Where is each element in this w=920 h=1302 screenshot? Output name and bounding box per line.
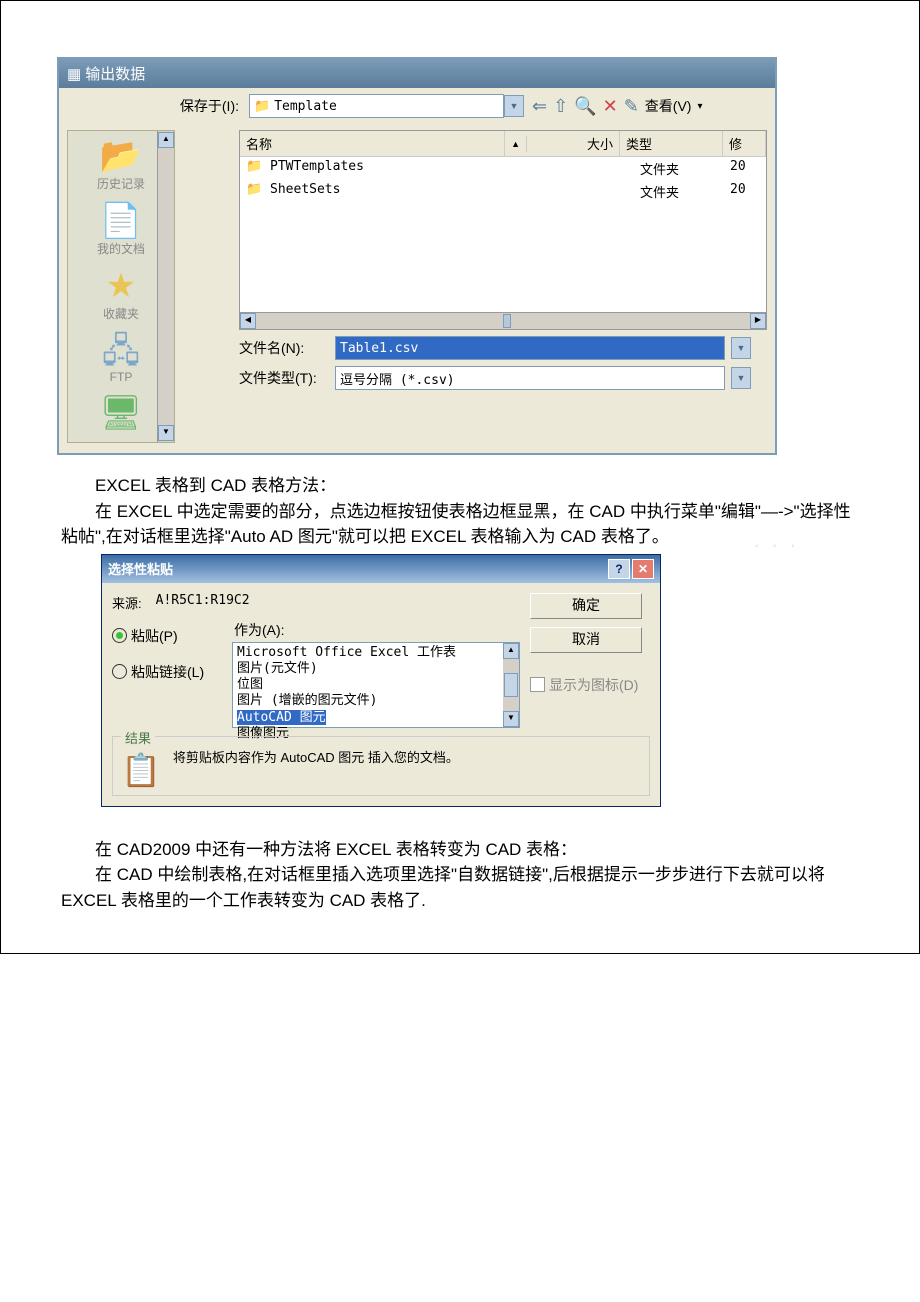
list-item[interactable]: 📁 SheetSets 文件夹 20: [240, 180, 766, 203]
col-name[interactable]: 名称: [240, 131, 505, 156]
list-item[interactable]: 位图: [237, 677, 499, 693]
body-text-2: 在 CAD2009 中还有一种方法将 EXCEL 表格转变为 CAD 表格： 在…: [61, 837, 859, 914]
sidebar-label: 收藏夹: [103, 307, 139, 321]
scroll-left-icon[interactable]: ◀: [240, 313, 256, 329]
scroll-up-icon[interactable]: ▲: [503, 643, 519, 659]
filetype-dropdown-icon[interactable]: ▼: [731, 367, 751, 389]
item-type: 文件夹: [640, 159, 730, 178]
scroll-up-icon[interactable]: ▲: [158, 132, 174, 148]
scroll-thumb[interactable]: [504, 673, 518, 697]
paragraph: 在 CAD2009 中还有一种方法将 EXCEL 表格转变为 CAD 表格：: [61, 837, 859, 863]
horizontal-scrollbar[interactable]: ◀ ▶: [240, 312, 766, 329]
filename-label: 文件名(N):: [239, 338, 329, 358]
sidebar-label: 历史记录: [97, 177, 145, 191]
filetype-label: 文件类型(T):: [239, 368, 329, 388]
combo-dropdown-icon[interactable]: ▼: [504, 95, 524, 117]
places-sidebar: ▲ ▼ 📂历史记录 📄我的文档 ★收藏夹 🖧FTP 🖥: [67, 130, 175, 443]
dialog-title: 输出数据: [85, 63, 145, 84]
up-icon[interactable]: ⇧: [553, 96, 568, 117]
scroll-right-icon[interactable]: ▶: [750, 313, 766, 329]
save-in-value: Template: [274, 99, 337, 114]
radio-off-icon: [112, 664, 127, 679]
export-data-dialog: ▦ 输出数据 保存于(I): 📁 Template ▼ ⇐ ⇧ 🔍 ✕ ✎ 查看…: [57, 57, 777, 455]
result-legend: 结果: [121, 728, 155, 747]
app-icon: ▦: [67, 65, 81, 83]
item-name: PTWTemplates: [270, 159, 364, 174]
list-item[interactable]: 📁 PTWTemplates 文件夹 20: [240, 157, 766, 180]
back-icon[interactable]: ⇐: [532, 96, 547, 117]
new-icon[interactable]: ✎: [624, 96, 639, 117]
list-item[interactable]: 图片 (增嵌的图元文件): [237, 693, 499, 709]
paragraph: 在 CAD 中绘制表格,在对话框里插入选项里选择"自数据链接",后根据提示一步步…: [61, 862, 859, 913]
paragraph: 在 EXCEL 中选定需要的部分，点选边框按钮使表格边框显黑，在 CAD 中执行…: [61, 499, 859, 550]
list-header: 名称 ▲ 大小 类型 修: [240, 131, 766, 157]
radio-paste[interactable]: 粘贴(P): [112, 626, 222, 646]
help-button[interactable]: ?: [608, 559, 630, 579]
col-modified[interactable]: 修: [723, 131, 766, 156]
sidebar-scrollbar[interactable]: ▲ ▼: [157, 131, 174, 442]
result-group: 结果 📋 将剪贴板内容作为 AutoCAD 图元 插入您的文档。: [112, 736, 650, 796]
list-item-selected[interactable]: AutoCAD 图元: [237, 710, 499, 726]
save-in-combo[interactable]: 📁 Template: [249, 94, 504, 118]
sidebar-label: 我的文档: [97, 242, 145, 256]
scroll-down-icon[interactable]: ▼: [158, 425, 174, 441]
cancel-button[interactable]: 取消: [530, 627, 642, 653]
radio-paste-link[interactable]: 粘贴链接(L): [112, 662, 222, 682]
delete-icon[interactable]: ✕: [603, 96, 618, 117]
scroll-down-icon[interactable]: ▼: [503, 711, 519, 727]
scroll-thumb[interactable]: [503, 314, 511, 328]
filename-dropdown-icon[interactable]: ▼: [731, 337, 751, 359]
sidebar-label: FTP: [110, 370, 133, 384]
list-item[interactable]: Microsoft Office Excel 工作表: [237, 645, 499, 661]
source-value: A!R5C1:R19C2: [156, 593, 250, 608]
item-name: SheetSets: [270, 182, 340, 197]
list-item[interactable]: 图片(元文件): [237, 661, 499, 677]
save-in-label: 保存于(I):: [59, 96, 249, 116]
result-text: 将剪贴板内容作为 AutoCAD 图元 插入您的文档。: [173, 747, 459, 766]
dialog-titlebar: 选择性粘贴 ? ✕: [102, 555, 660, 583]
checkbox-icon: [530, 677, 545, 692]
item-mod: 20: [730, 182, 760, 201]
source-label: 来源:: [112, 593, 142, 612]
sort-icon[interactable]: ▲: [505, 136, 527, 152]
body-text-1: EXCEL 表格到 CAD 表格方法： 在 EXCEL 中选定需要的部分，点选边…: [61, 473, 859, 550]
filename-input[interactable]: Table1.csv: [335, 336, 725, 360]
listbox-scrollbar[interactable]: ▲ ▼: [503, 643, 519, 727]
ok-button[interactable]: 确定: [530, 593, 642, 619]
view-label[interactable]: 查看(V): [645, 96, 692, 116]
show-as-icon-checkbox: 显示为图标(D): [530, 675, 650, 695]
search-icon[interactable]: 🔍: [574, 96, 596, 117]
clipboard-icon: 📋: [121, 751, 161, 789]
file-list[interactable]: 名称 ▲ 大小 类型 修 📁 PTWTemplates 文件夹 20 📁 She…: [239, 130, 767, 330]
view-dropdown-icon[interactable]: ▾: [697, 101, 702, 112]
heading-line: EXCEL 表格到 CAD 表格方法：: [61, 473, 859, 499]
dialog-title: 选择性粘贴: [108, 559, 173, 578]
close-button[interactable]: ✕: [632, 559, 654, 579]
dialog-titlebar: ▦ 输出数据: [59, 59, 775, 88]
filetype-combo[interactable]: 逗号分隔 (*.csv): [335, 366, 725, 390]
folder-icon: 📁: [246, 159, 262, 174]
item-type: 文件夹: [640, 182, 730, 201]
paste-special-dialog: 选择性粘贴 ? ✕ 来源: A!R5C1:R19C2 粘贴(P) 粘贴链接(L)…: [101, 554, 661, 807]
radio-on-icon: [112, 628, 127, 643]
item-mod: 20: [730, 159, 760, 178]
folder-icon: 📁: [246, 182, 262, 197]
col-type[interactable]: 类型: [620, 131, 723, 156]
folder-icon: 📁: [254, 99, 270, 114]
as-label: 作为(A):: [234, 620, 520, 640]
col-size[interactable]: 大小: [527, 131, 620, 156]
format-listbox[interactable]: Microsoft Office Excel 工作表 图片(元文件) 位图 图片…: [232, 642, 520, 728]
